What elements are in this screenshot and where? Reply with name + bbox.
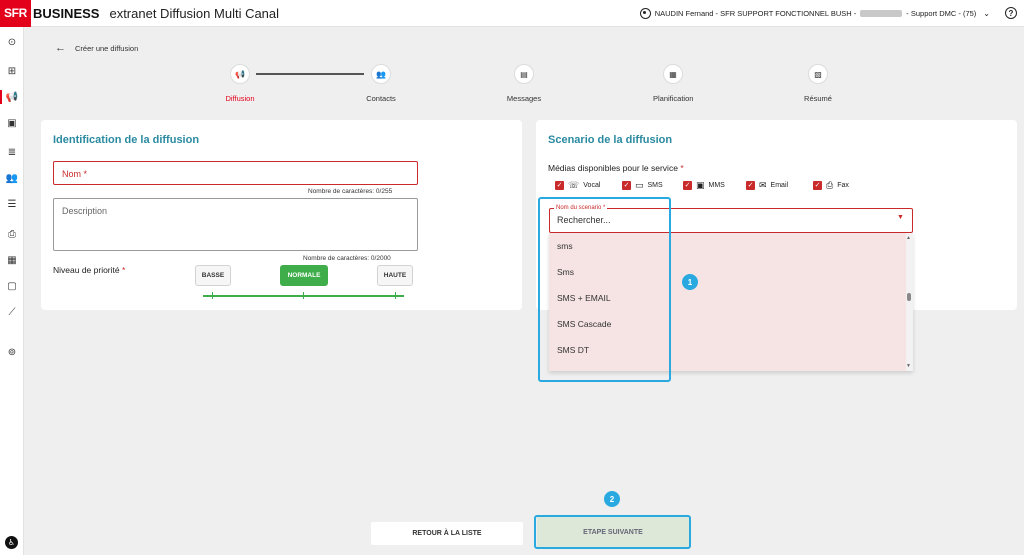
description-field[interactable]	[53, 198, 418, 251]
slider-tick	[212, 292, 213, 299]
list-add-icon[interactable]: ☰	[5, 197, 19, 211]
checkbox-checked[interactable]: ✓	[555, 181, 564, 190]
annotation-badge-1: 1	[682, 274, 698, 290]
annotation-badge-2: 2	[604, 491, 620, 507]
media-fax[interactable]: ✓ ⎙ Fax	[813, 180, 849, 191]
media-label-fax: Fax	[837, 182, 849, 189]
fax-icon: ⎙	[826, 180, 834, 190]
group-icon: 👥	[371, 64, 391, 84]
arrow-left-icon[interactable]: ←	[55, 42, 66, 54]
step-label: Messages	[506, 94, 542, 103]
stepper-connector	[256, 73, 364, 75]
email-icon: ✉	[759, 180, 767, 190]
required-mark: *	[680, 163, 684, 173]
message-icon[interactable]: ▢	[5, 279, 19, 293]
name-counter: Nombre de caractères: 0/255	[308, 188, 393, 195]
calendar-icon: ▦	[663, 64, 683, 84]
priority-label: Niveau de priorité *	[53, 265, 125, 275]
media-label-vocal: Vocal	[583, 182, 601, 189]
step-resume[interactable]: ▧ Résumé	[798, 64, 838, 103]
media-label-text: Médias disponibles pour le service	[548, 163, 678, 173]
media-label-sms: SMS	[647, 182, 663, 189]
chevron-down-icon[interactable]: ⌄	[983, 9, 990, 18]
priority-normale-button[interactable]: NORMALE	[280, 265, 328, 286]
scrollbar-thumb[interactable]	[907, 293, 911, 301]
back-to-list-button[interactable]: RETOUR À LA LISTE	[371, 522, 523, 545]
step-label: Contacts	[366, 94, 396, 103]
megaphone-icon[interactable]: 📢	[5, 90, 19, 104]
help-icon[interactable]: ?	[1005, 7, 1017, 19]
step-label: Diffusion	[225, 94, 255, 103]
chat-icon: ▤	[514, 64, 534, 84]
media-label-mms: MMS	[708, 182, 725, 189]
app-title: extranet Diffusion Multi Canal	[109, 5, 280, 21]
megaphone-icon: 📢	[230, 64, 250, 84]
play-circle-icon[interactable]: ⊙	[5, 35, 19, 49]
checkbox-checked[interactable]: ✓	[683, 181, 692, 190]
step-planification[interactable]: ▦ Planification	[653, 64, 693, 103]
sidebar: ⊙ ⊞ 📢 ▣ ≣ 👥 ☰ ⎙ ▦ ▢ ⟋ ⊚ ♿	[0, 27, 24, 555]
step-messages[interactable]: ▤ Messages	[504, 64, 544, 103]
scroll-down-icon[interactable]: ▼	[906, 363, 911, 369]
identification-title: Identification de la diffusion	[53, 134, 200, 146]
media-sms[interactable]: ✓ ▭ SMS	[622, 180, 663, 191]
required-mark: *	[122, 265, 126, 275]
priority-basse-button[interactable]: BASSE	[195, 265, 231, 286]
accessibility-icon[interactable]: ♿	[5, 536, 18, 549]
user-account-icon	[639, 8, 651, 19]
document-search-icon: ▧	[808, 64, 828, 84]
phone-icon: ☏	[568, 180, 580, 190]
sms-icon: ▭	[635, 180, 644, 190]
media-vocal[interactable]: ✓ ☏ Vocal	[555, 180, 600, 191]
media-label-email: Email	[770, 182, 789, 189]
checkbox-checked[interactable]: ✓	[622, 181, 631, 190]
mms-icon: ▣	[696, 180, 705, 190]
description-placeholder: Description	[62, 206, 108, 216]
media-label: Médias disponibles pour le service *	[548, 163, 684, 173]
stamp-icon[interactable]: ⎙	[5, 227, 19, 241]
caret-down-icon[interactable]: ▼	[897, 214, 904, 221]
trend-icon[interactable]: ⟋	[5, 305, 19, 319]
scenario-title: Scenario de la diffusion	[548, 134, 673, 146]
step-contacts[interactable]: 👥 Contacts	[361, 64, 401, 103]
sfr-logo[interactable]: SFR	[0, 0, 31, 27]
redacted-block	[860, 10, 903, 17]
checkbox-checked[interactable]: ✓	[746, 181, 755, 190]
dashboard-icon[interactable]: ⊞	[5, 64, 19, 78]
settings-search-icon[interactable]: ⊚	[5, 345, 19, 359]
priority-label-text: Niveau de priorité	[53, 265, 120, 275]
business-logo-text: BUSINESS	[33, 5, 100, 21]
description-counter: Nombre de caractères: 0/2000	[303, 255, 391, 262]
name-field[interactable]	[53, 161, 418, 185]
priority-haute-button[interactable]: HAUTE	[377, 265, 413, 286]
step-label: Résumé	[804, 94, 832, 103]
user-suffix: - Support DMC - (75)	[906, 9, 977, 18]
annotation-highlight-1	[538, 197, 671, 382]
step-label: Planification	[653, 94, 694, 103]
slider-tick	[303, 292, 304, 299]
top-bar: SFR BUSINESS extranet Diffusion Multi Ca…	[0, 0, 1024, 27]
calendar-clock-icon[interactable]: ▦	[5, 253, 19, 267]
checkbox-checked[interactable]: ✓	[813, 181, 822, 190]
list-user-icon[interactable]: ≣	[5, 145, 19, 159]
name-placeholder: Nom *	[62, 169, 88, 179]
scroll-up-icon[interactable]: ▲	[906, 235, 911, 241]
contact-card-icon[interactable]: ▣	[5, 116, 19, 130]
slider-tick	[395, 292, 396, 299]
user-menu[interactable]: NAUDIN Fernand - SFR SUPPORT FONCTIONNEL…	[639, 0, 990, 27]
step-diffusion[interactable]: 📢 Diffusion	[220, 64, 260, 103]
dropdown-scrollbar[interactable]	[906, 233, 913, 371]
users-icon[interactable]: 👥	[5, 171, 19, 185]
media-email[interactable]: ✓ ✉ Email	[746, 180, 788, 191]
annotation-highlight-2	[534, 515, 691, 549]
breadcrumb: ← Créer une diffusion	[55, 42, 138, 54]
page-title: Créer une diffusion	[75, 43, 139, 53]
user-name: NAUDIN Fernand - SFR SUPPORT FONCTIONNEL…	[654, 9, 857, 18]
sidebar-active-indicator	[0, 90, 2, 104]
media-mms[interactable]: ✓ ▣ MMS	[683, 180, 725, 191]
